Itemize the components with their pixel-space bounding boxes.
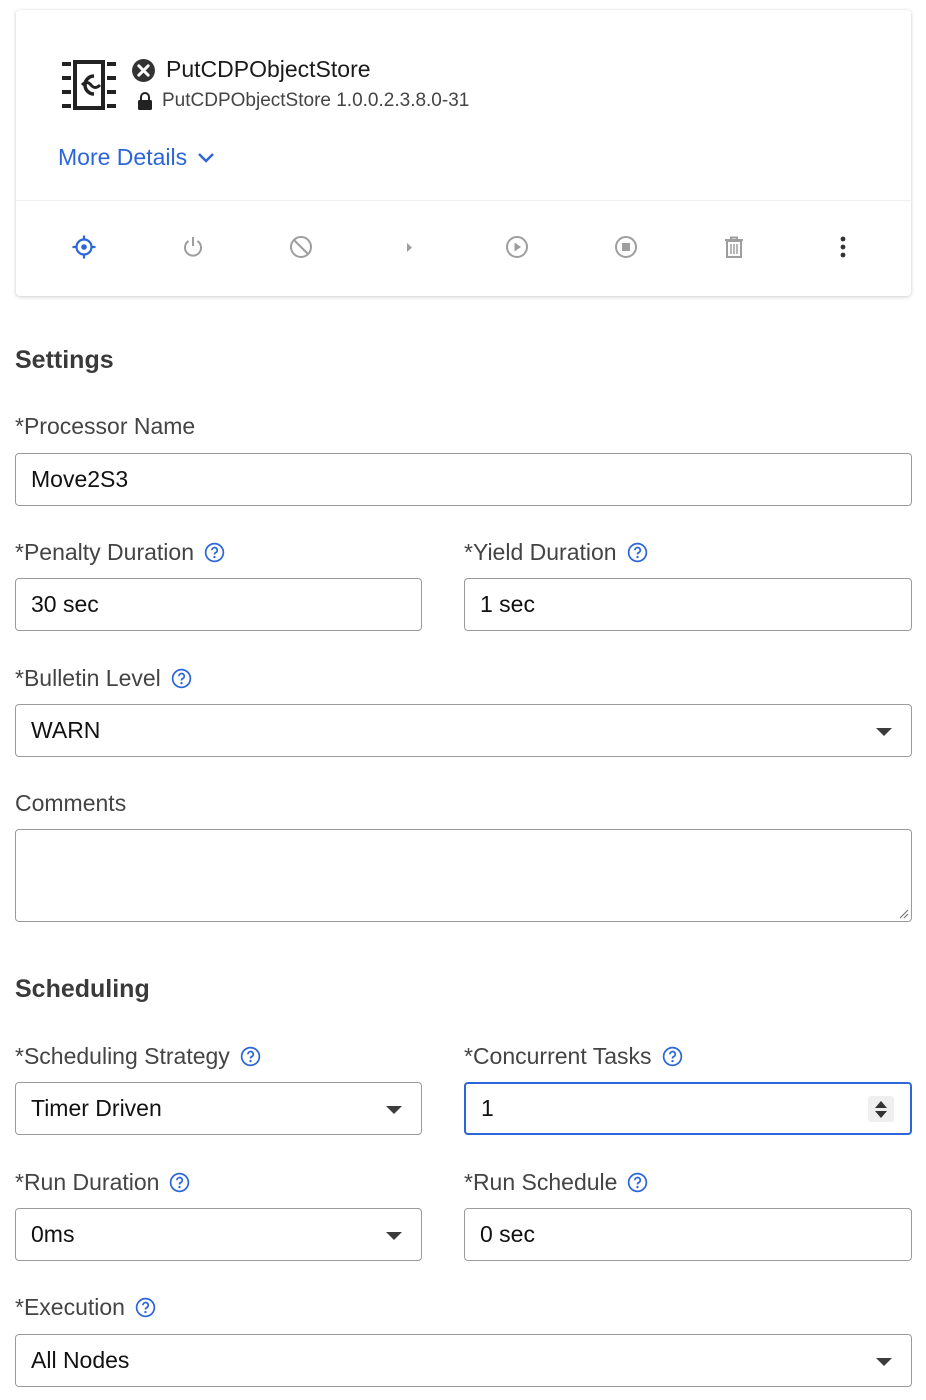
processor-name-value: Move2S3 <box>31 466 129 492</box>
stepper-down-icon[interactable] <box>875 1110 887 1118</box>
comments-label: Comments <box>15 790 126 817</box>
yield-duration-input[interactable]: 1 sec <box>464 578 912 631</box>
processor-title: PutCDPObjectStore <box>166 56 371 82</box>
penalty-duration-label: *Penalty Duration <box>15 539 225 566</box>
delete-button[interactable] <box>719 232 749 262</box>
run-schedule-value: 0 sec <box>480 1221 535 1247</box>
run-once-icon <box>407 243 412 252</box>
scheduling-heading: Scheduling <box>15 975 150 1003</box>
more-details-label: More Details <box>58 144 188 170</box>
locate-button[interactable] <box>69 232 99 262</box>
start-icon <box>506 236 528 258</box>
yield-duration-label-text: *Yield Duration <box>464 539 617 565</box>
delete-icon <box>725 236 743 258</box>
concurrent-tasks-label: *Concurrent Tasks <box>464 1043 683 1070</box>
help-icon[interactable] <box>171 668 192 689</box>
card-divider <box>16 200 911 201</box>
lock-icon <box>138 92 152 110</box>
execution-value: All Nodes <box>31 1347 130 1373</box>
run-duration-value: 0ms <box>31 1221 75 1247</box>
processor-icon <box>62 60 116 110</box>
yield-duration-label: *Yield Duration <box>464 539 648 566</box>
help-icon[interactable] <box>204 542 225 563</box>
bulletin-level-label-text: *Bulletin Level <box>15 665 161 691</box>
processor-name-label: *Processor Name <box>15 413 195 440</box>
number-stepper[interactable] <box>868 1096 894 1122</box>
bulletin-level-select[interactable]: WARN <box>15 704 912 757</box>
run-duration-select[interactable]: 0ms <box>15 1208 422 1261</box>
help-icon[interactable] <box>662 1046 683 1067</box>
penalty-duration-input[interactable]: 30 sec <box>15 578 422 631</box>
stop-icon <box>615 236 637 258</box>
penalty-duration-label-text: *Penalty Duration <box>15 539 194 565</box>
locate-icon <box>72 235 96 259</box>
scheduling-strategy-value: Timer Driven <box>31 1095 162 1121</box>
execution-select[interactable]: All Nodes <box>15 1334 912 1387</box>
scheduling-strategy-label: *Scheduling Strategy <box>15 1043 261 1070</box>
comments-label-text: Comments <box>15 790 127 816</box>
execution-label-text: *Execution <box>15 1294 125 1320</box>
concurrent-tasks-label-text: *Concurrent Tasks <box>464 1043 652 1069</box>
run-duration-label-text: *Run Duration <box>15 1169 160 1195</box>
more-details-toggle[interactable]: More Details <box>58 144 215 171</box>
processor-version: PutCDPObjectStore 1.0.0.2.3.8.0-31 <box>162 90 470 111</box>
start-button[interactable] <box>502 232 532 262</box>
dropdown-arrow-icon <box>386 1232 402 1240</box>
stepper-up-icon[interactable] <box>875 1100 887 1108</box>
yield-duration-value: 1 sec <box>480 591 535 617</box>
more-options-button[interactable] <box>828 232 858 262</box>
concurrent-tasks-value: 1 <box>481 1095 494 1121</box>
help-icon[interactable] <box>135 1297 156 1318</box>
comments-textarea[interactable] <box>15 829 912 922</box>
dropdown-arrow-icon <box>876 1358 892 1366</box>
run-schedule-label: *Run Schedule <box>464 1169 648 1196</box>
dropdown-arrow-icon <box>386 1106 402 1114</box>
processor-card: PutCDPObjectStore PutCDPObjectStore 1.0.… <box>16 10 911 296</box>
chevron-down-icon <box>198 152 214 163</box>
stop-button[interactable] <box>611 232 641 262</box>
help-icon[interactable] <box>240 1046 261 1067</box>
dropdown-arrow-icon <box>876 728 892 736</box>
help-icon[interactable] <box>627 542 648 563</box>
disable-icon <box>290 236 312 258</box>
scheduling-strategy-select[interactable]: Timer Driven <box>15 1082 422 1135</box>
run-schedule-input[interactable]: 0 sec <box>464 1208 912 1261</box>
scheduling-strategy-label-text: *Scheduling Strategy <box>15 1043 230 1069</box>
execution-label: *Execution <box>15 1294 156 1321</box>
resize-handle-icon[interactable] <box>897 907 909 919</box>
run-schedule-label-text: *Run Schedule <box>464 1169 618 1195</box>
help-icon[interactable] <box>169 1172 190 1193</box>
run-once-button[interactable] <box>394 232 424 262</box>
processor-name-input[interactable]: Move2S3 <box>15 453 912 506</box>
invalid-status-icon <box>132 59 155 82</box>
power-icon <box>184 237 202 257</box>
more-options-icon <box>840 236 846 258</box>
settings-heading: Settings <box>15 346 114 374</box>
disable-button[interactable] <box>286 232 316 262</box>
help-icon[interactable] <box>627 1172 648 1193</box>
bulletin-level-value: WARN <box>31 717 101 743</box>
enable-button[interactable] <box>178 232 208 262</box>
processor-name-label-text: *Processor Name <box>15 413 196 439</box>
penalty-duration-value: 30 sec <box>31 591 99 617</box>
run-duration-label: *Run Duration <box>15 1169 190 1196</box>
concurrent-tasks-input[interactable]: 1 <box>464 1082 912 1135</box>
bulletin-level-label: *Bulletin Level <box>15 665 192 692</box>
